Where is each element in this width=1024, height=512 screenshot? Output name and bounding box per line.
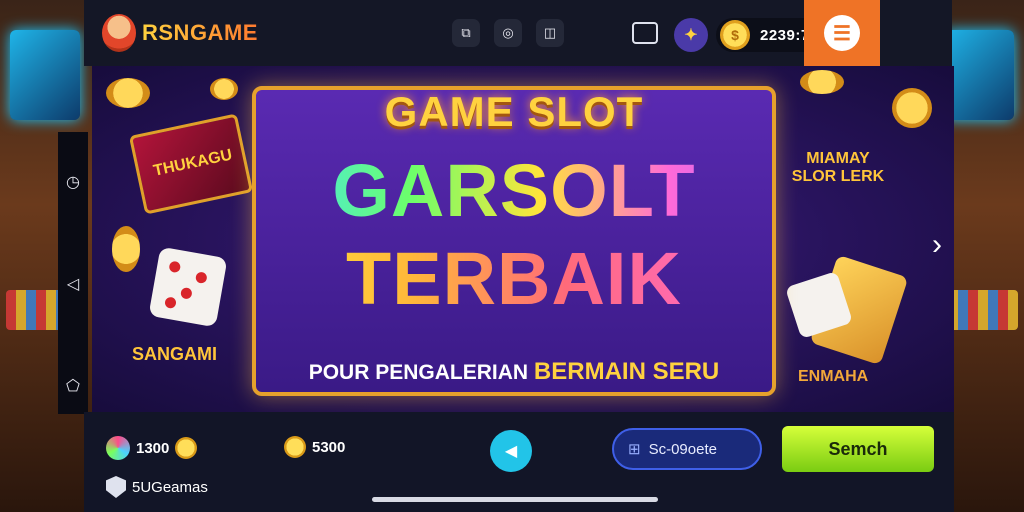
hero-banner[interactable]: THUKAGU SANGAMI MIAMAY SLOR LERK ENMAHA … xyxy=(92,66,954,412)
coin-decoration xyxy=(112,226,140,272)
promo-link[interactable]: 5UGeamas xyxy=(106,476,214,498)
send-icon[interactable]: ◁ xyxy=(67,274,79,294)
gold-counter[interactable]: 5300 xyxy=(284,436,351,458)
menu-button[interactable]: ☰ xyxy=(804,0,880,66)
gold-value: 5300 xyxy=(312,438,346,456)
target-icon[interactable]: ◎ xyxy=(494,19,522,47)
banner-title-line-1: GARSOLT xyxy=(256,154,772,228)
left-rail: ◷ ◁ ⬠ xyxy=(58,132,88,414)
gold-coin-icon xyxy=(175,437,198,459)
top-icon-group: ⧉ ◎ ◫ xyxy=(452,19,564,47)
banner-subtitle: POUR PENGALERIAN BERMAIN SERU xyxy=(256,358,772,386)
cabinet-screen xyxy=(944,30,1014,120)
coin-decoration xyxy=(210,78,238,100)
promo-text: 5UGeamas xyxy=(132,478,208,496)
gem-value: 1300 xyxy=(136,439,170,457)
dice-decoration xyxy=(148,246,228,328)
coin-icon: $ xyxy=(720,20,750,50)
menu-icon: ☰ xyxy=(824,15,860,51)
chat-icon[interactable] xyxy=(632,22,658,44)
top-bar: RSNGAME ⧉ ◎ ◫ ✦ $ 2239:700 ☰ xyxy=(84,0,952,66)
gem-counter[interactable]: 1300 xyxy=(106,436,198,460)
subtitle-highlight: BERMAIN SERU xyxy=(533,358,720,385)
code-pill[interactable]: ⊞ Sc-09oete xyxy=(612,428,762,470)
gold-coin-icon xyxy=(284,436,306,458)
side-caption-right-bottom: ENMAHA xyxy=(798,368,869,385)
app-logo[interactable]: RSNGAME xyxy=(102,14,258,52)
search-button[interactable]: Semch xyxy=(782,426,934,472)
grid-icon: ⊞ xyxy=(628,441,641,458)
side-caption-left: SANGAMI xyxy=(132,344,217,364)
cabinet-screen xyxy=(10,30,80,120)
side-caption-right: MIAMAY SLOR LERK xyxy=(791,150,885,186)
coin-decoration xyxy=(800,70,844,94)
banner-title-line-2: TERBAIK xyxy=(256,242,772,316)
logo-text: RSNGAME xyxy=(142,20,258,45)
banner-frame: GAME SLOT GARSOLT TERBAIK POUR PENGALERI… xyxy=(252,86,776,396)
gem-icon xyxy=(106,436,130,460)
clock-icon[interactable]: ◷ xyxy=(66,172,80,192)
coin-decoration xyxy=(892,88,932,128)
play-button[interactable]: ◀ xyxy=(490,430,532,472)
code-pill-text: Sc-09oete xyxy=(648,440,717,458)
banner-headline: GAME SLOT xyxy=(384,88,644,135)
decorative-card-left: THUKAGU xyxy=(128,113,254,215)
window-icon[interactable]: ⧉ xyxy=(452,19,480,47)
shield-icon xyxy=(106,476,126,498)
mascot-icon xyxy=(102,14,136,52)
shield-outline-icon[interactable]: ⬠ xyxy=(66,376,80,396)
subtitle-prefix: POUR PENGALERIAN xyxy=(308,361,529,384)
gift-icon[interactable]: ✦ xyxy=(674,18,708,52)
coin-decoration xyxy=(106,78,150,108)
card-text: THUKAGU xyxy=(151,146,234,180)
home-indicator[interactable] xyxy=(372,497,658,502)
next-slide-icon[interactable]: › xyxy=(932,228,942,262)
book-icon[interactable]: ◫ xyxy=(536,19,564,47)
